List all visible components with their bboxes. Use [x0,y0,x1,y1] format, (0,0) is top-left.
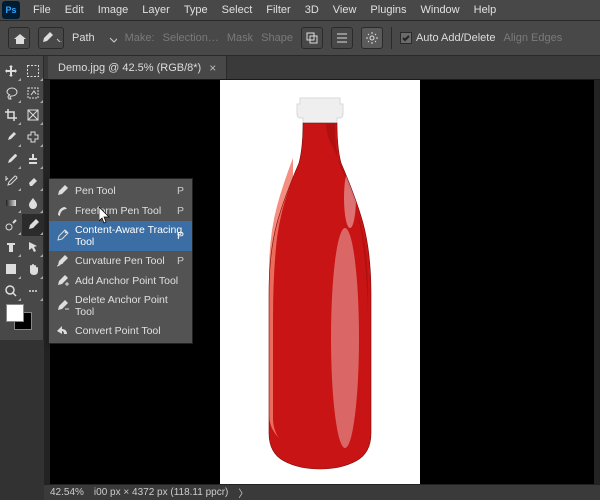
pen-tool-flyout[interactable]: Pen ToolPFreeform Pen ToolPContent-Aware… [48,178,193,344]
eraser-tool[interactable] [22,170,44,192]
menu-type[interactable]: Type [177,0,215,20]
make-selection-button[interactable]: Selection… [163,32,219,44]
flyout-shortcut: P [177,205,184,217]
path-select-tool[interactable] [22,236,44,258]
curvpen-icon [55,254,69,268]
flyout-curvature-pen-tool[interactable]: Curvature Pen Tool P [49,251,192,271]
flyout-item-label: Pen Tool [75,185,116,197]
menu-window[interactable]: Window [414,0,467,20]
flyout-delete-anchor-point-tool[interactable]: Delete Anchor Point Tool [49,291,192,321]
flyout-pen-tool[interactable]: Pen Tool P [49,181,192,201]
status-bar: 42.54% i00 px × 4372 px (118.11 ppcr) 〉 [44,484,600,500]
bottle-image [245,88,395,483]
edit-toolbar[interactable] [22,280,44,302]
menu-image[interactable]: Image [91,0,136,20]
path-alignment-button[interactable] [331,27,353,49]
clone-stamp-tool[interactable] [22,148,44,170]
flyout-freeform-pen-tool[interactable]: Freeform Pen Tool P [49,201,192,221]
pen-icon [55,184,69,198]
flyout-item-label: Add Anchor Point Tool [75,275,178,287]
zoom-tool[interactable] [0,280,22,302]
mouse-cursor [99,207,113,228]
blur-tool[interactable] [22,192,44,214]
hand-tool[interactable] [22,258,44,280]
flyout-content-aware-tracing-tool[interactable]: Content-Aware Tracing ToolP [49,221,192,251]
lasso-tool[interactable] [0,82,22,104]
healing-brush-tool[interactable] [22,126,44,148]
flyout-add-anchor-point-tool[interactable]: Add Anchor Point Tool [49,271,192,291]
freepen-icon [55,204,69,218]
delanchor-icon [55,299,69,313]
flyout-item-label: Freeform Pen Tool [75,205,161,217]
document-tab[interactable]: Demo.jpg @ 42.5% (RGB/8*) × [48,56,227,79]
brush-tool[interactable] [0,148,22,170]
auto-add-delete-label: Auto Add/Delete [416,32,496,44]
status-zoom[interactable]: 42.54% [50,487,84,498]
flyout-convert-point-tool[interactable]: Convert Point Tool [49,321,192,341]
document-tab-bar: Demo.jpg @ 42.5% (RGB/8*) × [0,56,600,80]
convert-icon [55,324,69,338]
menu-edit[interactable]: Edit [58,0,91,20]
flyout-shortcut: P [177,255,184,267]
flyout-item-label: Content-Aware Tracing Tool [75,224,186,248]
close-tab-icon[interactable]: × [209,61,216,75]
pen-tool[interactable] [22,214,44,236]
type-tool[interactable] [0,236,22,258]
status-dimensions: i00 px × 4372 px (118.11 ppcr) [94,487,228,498]
crop-tool[interactable] [0,104,22,126]
make-label: Make: [125,32,155,44]
path-operations-button[interactable] [301,27,323,49]
home-button[interactable] [8,27,30,49]
make-mask-button[interactable]: Mask [227,32,253,44]
color-swatches[interactable] [0,302,44,336]
tools-panel [0,56,44,340]
frame-tool[interactable] [22,104,44,126]
eyedropper-tool[interactable] [0,126,22,148]
menu-layer[interactable]: Layer [135,0,177,20]
status-menu-icon[interactable]: 〉 [238,485,248,500]
foreground-color-swatch[interactable] [6,304,24,322]
align-edges-checkbox[interactable]: Align Edges [503,32,562,44]
addanchor-icon [55,274,69,288]
menu-view[interactable]: View [326,0,364,20]
menu-file[interactable]: File [26,0,58,20]
app-logo: Ps [2,1,20,19]
canvas[interactable] [220,80,420,485]
menu-select[interactable]: Select [215,0,260,20]
move-tool[interactable] [0,60,22,82]
menu-bar: Ps FileEditImageLayerTypeSelectFilter3DV… [0,0,600,20]
history-brush-tool[interactable] [0,170,22,192]
flyout-item-label: Convert Point Tool [75,325,161,337]
options-bar: Path Make: Selection… Mask Shape Auto Ad… [0,20,600,56]
object-select-tool[interactable] [22,82,44,104]
document-tab-title: Demo.jpg @ 42.5% (RGB/8*) [58,62,201,74]
dodge-tool[interactable] [0,214,22,236]
menu-plugins[interactable]: Plugins [363,0,413,20]
mode-dropdown[interactable]: Path [72,32,117,44]
catrace-icon [55,229,69,243]
gradient-tool[interactable] [0,192,22,214]
shape-tool[interactable] [0,258,22,280]
path-arrangement-button[interactable] [361,27,383,49]
current-tool-icon[interactable] [38,27,64,49]
auto-add-delete-checkbox[interactable]: Auto Add/Delete [400,32,496,44]
menu-3d[interactable]: 3D [298,0,326,20]
menu-filter[interactable]: Filter [259,0,297,20]
flyout-shortcut: P [177,185,184,197]
make-shape-button[interactable]: Shape [261,32,293,44]
marquee-tool[interactable] [22,60,44,82]
flyout-item-label: Curvature Pen Tool [75,255,165,267]
flyout-item-label: Delete Anchor Point Tool [75,294,186,318]
separator [391,27,392,49]
menu-help[interactable]: Help [467,0,504,20]
flyout-shortcut: P [177,230,184,242]
checkbox-icon [400,32,412,44]
